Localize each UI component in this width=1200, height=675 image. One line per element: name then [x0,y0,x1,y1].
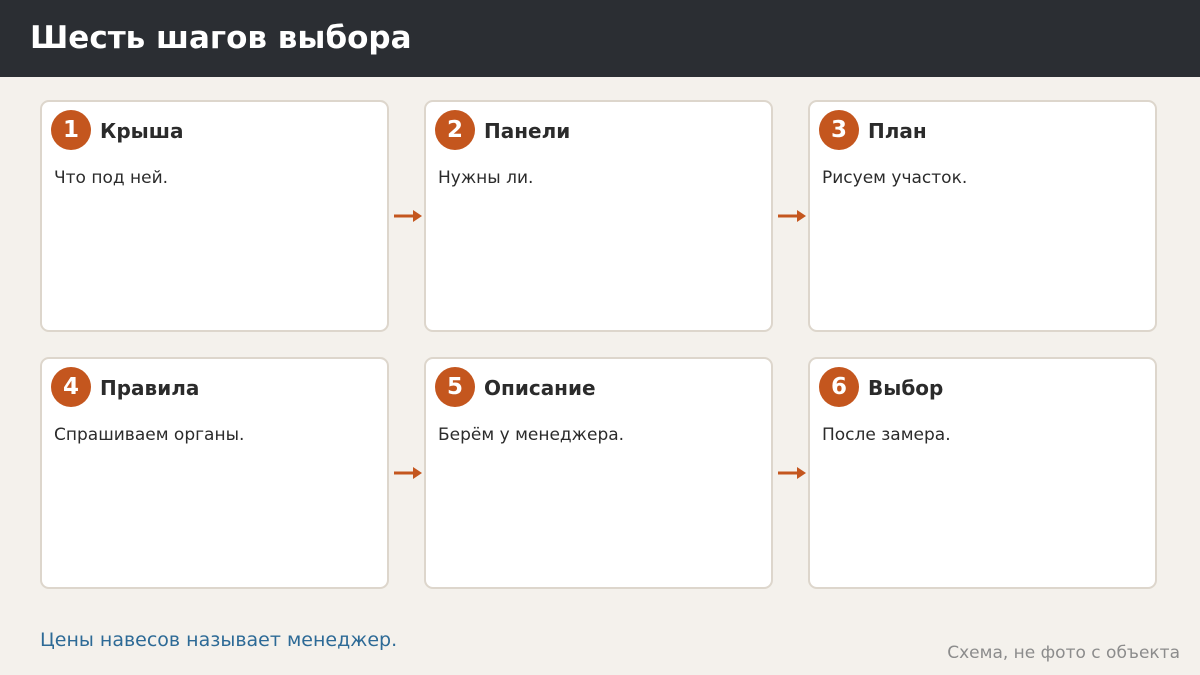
step-title: План [868,119,927,143]
footer-note: Цены навесов называет менеджер. [40,629,398,651]
step-title: Выбор [868,376,944,400]
arrow-right-icon [778,210,806,222]
step-card-5: 5 Описание Берём у менеджера. [424,357,773,589]
step-number-badge: 1 [51,110,91,150]
step-description: После замера. [822,425,951,445]
step-card-1: 1 Крыша Что под ней. [40,100,389,332]
arrow-right-icon [394,467,422,479]
step-description: Рисуем участок. [822,168,968,188]
step-title: Крыша [100,119,184,143]
step-title: Правила [100,376,200,400]
step-number-badge: 5 [435,367,475,407]
page-title: Шесть шагов выбора [30,20,412,56]
step-description: Что под ней. [54,168,169,188]
step-description: Нужны ли. [438,168,534,188]
step-card-3: 3 План Рисуем участок. [808,100,1157,332]
step-card-4: 4 Правила Спрашиваем органы. [40,357,389,589]
step-number-badge: 2 [435,110,475,150]
step-card-2: 2 Панели Нужны ли. [424,100,773,332]
step-description: Спрашиваем органы. [54,425,245,445]
step-title: Панели [484,119,571,143]
step-number-badge: 4 [51,367,91,407]
step-number-badge: 3 [819,110,859,150]
page-header: Шесть шагов выбора [0,0,1200,77]
step-title: Описание [484,376,596,400]
image-caption: Схема, не фото с объекта [947,643,1180,663]
arrow-right-icon [778,467,806,479]
step-description: Берём у менеджера. [438,425,625,445]
arrow-right-icon [394,210,422,222]
step-number-badge: 6 [819,367,859,407]
step-card-6: 6 Выбор После замера. [808,357,1157,589]
